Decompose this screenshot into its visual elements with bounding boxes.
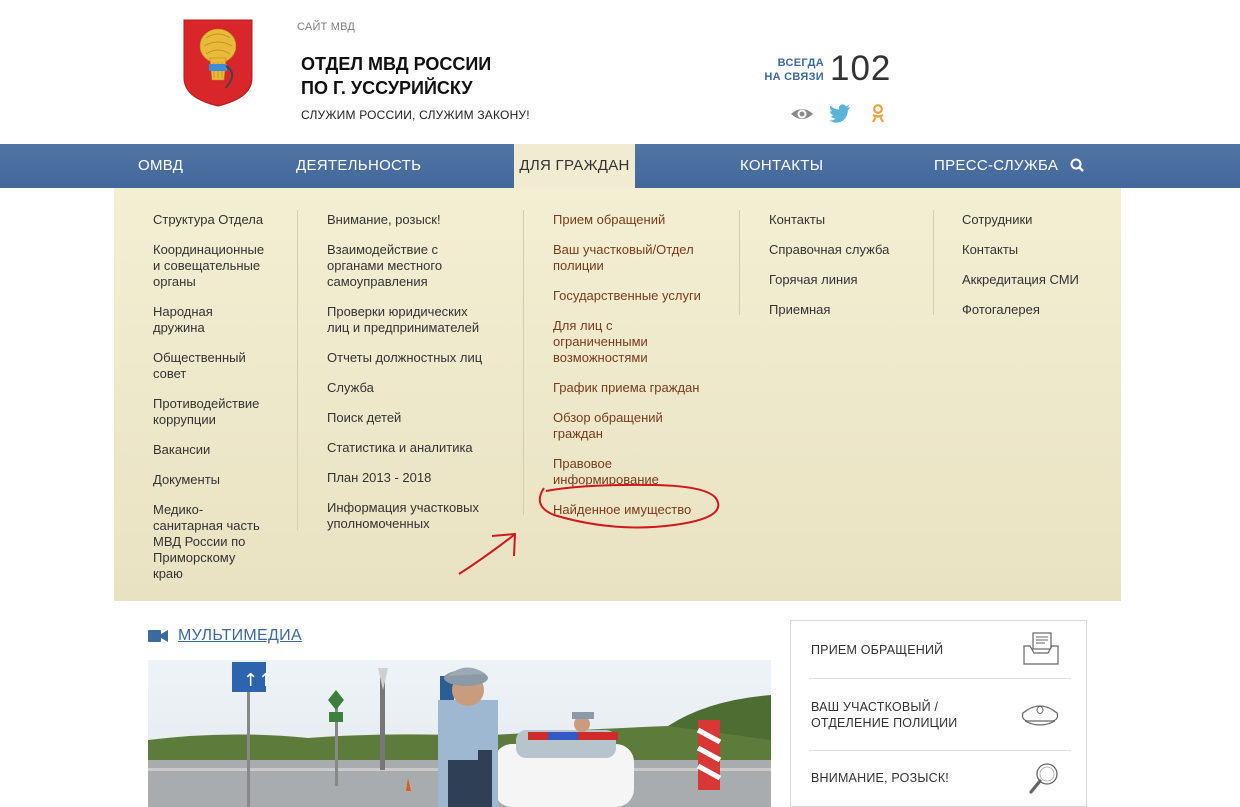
mail-tray-icon xyxy=(1023,632,1059,665)
red-annotation-circle-arrow xyxy=(458,483,720,575)
always-line1: ВСЕГДА xyxy=(777,57,824,69)
slogan: СЛУЖИМ РОССИИ, СЛУЖИМ ЗАКОНУ! xyxy=(301,108,530,122)
multimedia-photo[interactable]: ↑↑ xyxy=(148,660,771,807)
always-line2: НА СВЯЗИ xyxy=(764,71,824,83)
nav-item-contacts[interactable]: КОНТАКТЫ xyxy=(740,144,823,188)
department-title[interactable]: ОТДЕЛ МВД РОССИИ ПО Г. УССУРИЙСКУ xyxy=(301,52,491,100)
search-icon[interactable] xyxy=(1068,156,1088,176)
eye-icon[interactable] xyxy=(790,103,814,125)
nav-item-activity[interactable]: ДЕЯТЕЛЬНОСТЬ xyxy=(296,144,421,188)
emergency-phone[interactable]: 102 xyxy=(830,49,891,89)
quick-link-label: ПРИЕМ ОБРАЩЕНИЙ xyxy=(811,643,944,657)
department-title-line2: ПО Г. УССУРИЙСКУ xyxy=(301,78,473,98)
quick-links-panel: ПРИЕМ ОБРАЩЕНИЙ ВАШ УЧАСТКОВЫЙ / ОТДЕЛЕН… xyxy=(790,620,1087,807)
quick-link-appeals[interactable]: ПРИЕМ ОБРАЩЕНИЙ xyxy=(809,621,1071,679)
social-links xyxy=(790,103,890,125)
odnoklassniki-icon[interactable] xyxy=(866,103,890,125)
nav-item-for-citizens[interactable]: ДЛЯ ГРАЖДАН xyxy=(514,144,635,188)
department-title-line1: ОТДЕЛ МВД РОССИИ xyxy=(301,54,492,74)
twitter-icon[interactable] xyxy=(828,103,852,125)
svg-text:↑↑: ↑↑ xyxy=(243,670,273,691)
quick-link-label: ВАШ УЧАСТКОВЫЙ / ОТДЕЛЕНИЕ ПОЛИЦИИ xyxy=(811,700,958,730)
multimedia-link[interactable]: МУЛЬТИМЕДИА xyxy=(178,627,302,645)
nav-item-omvd[interactable]: ОМВД xyxy=(138,144,183,188)
site-header: САЙТ МВД ОТДЕЛ МВД РОССИИ ПО Г. УССУРИЙС… xyxy=(0,0,1240,145)
for-citizens-dropdown: Структура Отдела Координационные и совещ… xyxy=(114,188,1121,601)
main-navigation: ОМВД ДЕЯТЕЛЬНОСТЬ ДЛЯ ГРАЖДАН КОНТАКТЫ П… xyxy=(0,144,1240,188)
coat-of-arms-logo[interactable] xyxy=(182,18,254,108)
nav-item-press-service[interactable]: ПРЕСС-СЛУЖБА xyxy=(934,144,1058,188)
multimedia-heading: МУЛЬТИМЕДИА xyxy=(148,627,302,645)
video-camera-icon xyxy=(148,630,168,642)
quick-link-wanted[interactable]: ВНИМАНИЕ, РОЗЫСК! xyxy=(809,751,1071,807)
quick-link-precinct-officer[interactable]: ВАШ УЧАСТКОВЫЙ / ОТДЕЛЕНИЕ ПОЛИЦИИ xyxy=(809,679,1071,751)
site-caption[interactable]: САЙТ МВД xyxy=(297,21,355,33)
magnifier-icon xyxy=(1029,763,1058,794)
always-available-label: ВСЕГДА НА СВЯЗИ xyxy=(752,56,824,84)
quick-link-label: ВНИМАНИЕ, РОЗЫСК! xyxy=(811,771,949,785)
police-cap-icon xyxy=(1021,705,1059,726)
